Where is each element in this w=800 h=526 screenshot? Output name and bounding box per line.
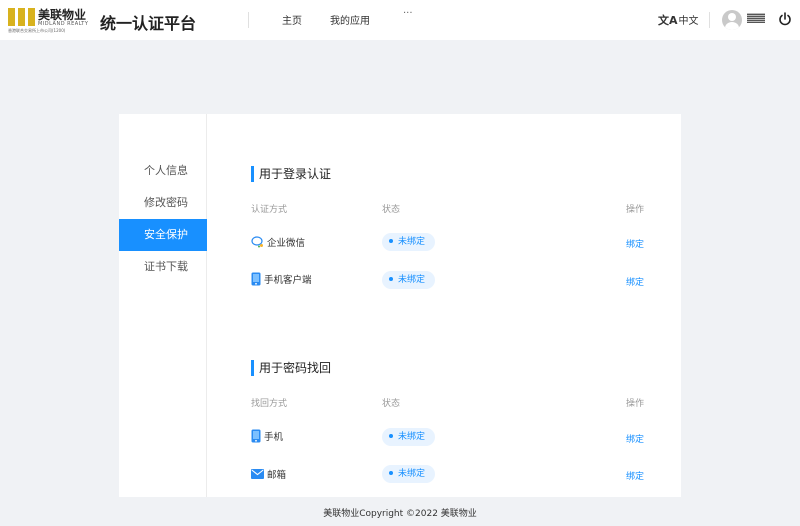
- sidebar-item-security[interactable]: 安全保护: [119, 219, 207, 251]
- method-label: 手机客户端: [264, 275, 312, 286]
- bind-mobile-client-link[interactable]: 绑定: [626, 275, 644, 288]
- power-icon[interactable]: [778, 11, 792, 27]
- nav-more-button[interactable]: ···: [403, 8, 413, 19]
- phone-icon: [251, 429, 261, 443]
- bind-phone-link[interactable]: 绑定: [626, 432, 644, 445]
- list-item-wecom: 企业微信: [251, 235, 305, 249]
- method-label: 手机: [264, 432, 284, 443]
- method-label: 邮箱: [267, 470, 287, 481]
- language-label: 中文: [678, 16, 699, 27]
- column-header-action: 操作: [626, 399, 645, 409]
- header-divider: [248, 12, 249, 28]
- header-divider: [709, 12, 710, 28]
- logo-mark-icon: [8, 8, 36, 26]
- nav-my-apps[interactable]: 我的应用: [330, 12, 370, 27]
- translate-icon: 文A: [658, 14, 678, 27]
- bind-wecom-link[interactable]: 绑定: [626, 237, 644, 250]
- mail-icon: [251, 469, 264, 479]
- column-header-action: 操作: [626, 205, 645, 215]
- method-label: 企业微信: [267, 238, 306, 249]
- language-switch[interactable]: 文A中文: [658, 12, 699, 28]
- mobile-icon: [251, 272, 261, 286]
- bind-email-link[interactable]: 绑定: [626, 469, 644, 482]
- company-logo[interactable]: 美联物业 MIDLAND REALTY 香港联合交易所上市公司(1200): [8, 6, 92, 34]
- list-item-mobile-client: 手机客户端: [251, 272, 312, 286]
- security-card: 个人信息 修改密码 安全保护 证书下载 用于登录认证 认证方式 状态 操作 企业…: [119, 114, 681, 497]
- sidebar: 个人信息 修改密码 安全保护 证书下载: [119, 114, 207, 497]
- logo-english-text: MIDLAND REALTY: [38, 21, 89, 27]
- logo-subtext: 香港联合交易所上市公司(1200): [8, 28, 66, 33]
- app-title: 统一认证平台: [100, 14, 197, 33]
- username-redacted[interactable]: [747, 13, 765, 23]
- nav-home[interactable]: 主页: [282, 12, 302, 27]
- column-header-method: 找回方式: [251, 399, 288, 409]
- sidebar-item-profile[interactable]: 个人信息: [119, 155, 207, 187]
- section-title-recovery: 用于密码找回: [251, 360, 331, 376]
- wecom-icon: [251, 236, 263, 248]
- list-item-email: 邮箱: [251, 467, 286, 481]
- status-badge: 未绑定: [382, 271, 436, 289]
- list-item-phone: 手机: [251, 429, 283, 443]
- column-header-status: 状态: [382, 399, 401, 409]
- status-badge: 未绑定: [382, 428, 436, 446]
- footer-copyright: 美联物业Copyright ©2022 美联物业: [323, 509, 477, 519]
- status-badge: 未绑定: [382, 465, 436, 483]
- column-header-status: 状态: [382, 205, 401, 215]
- top-header: 美联物业 MIDLAND REALTY 香港联合交易所上市公司(1200) 统一…: [0, 0, 800, 40]
- sidebar-item-certificate[interactable]: 证书下载: [119, 251, 207, 283]
- column-header-method: 认证方式: [251, 205, 288, 215]
- sidebar-item-change-password[interactable]: 修改密码: [119, 187, 207, 219]
- status-badge: 未绑定: [382, 233, 436, 251]
- avatar[interactable]: [722, 10, 742, 30]
- section-title-login: 用于登录认证: [251, 166, 331, 182]
